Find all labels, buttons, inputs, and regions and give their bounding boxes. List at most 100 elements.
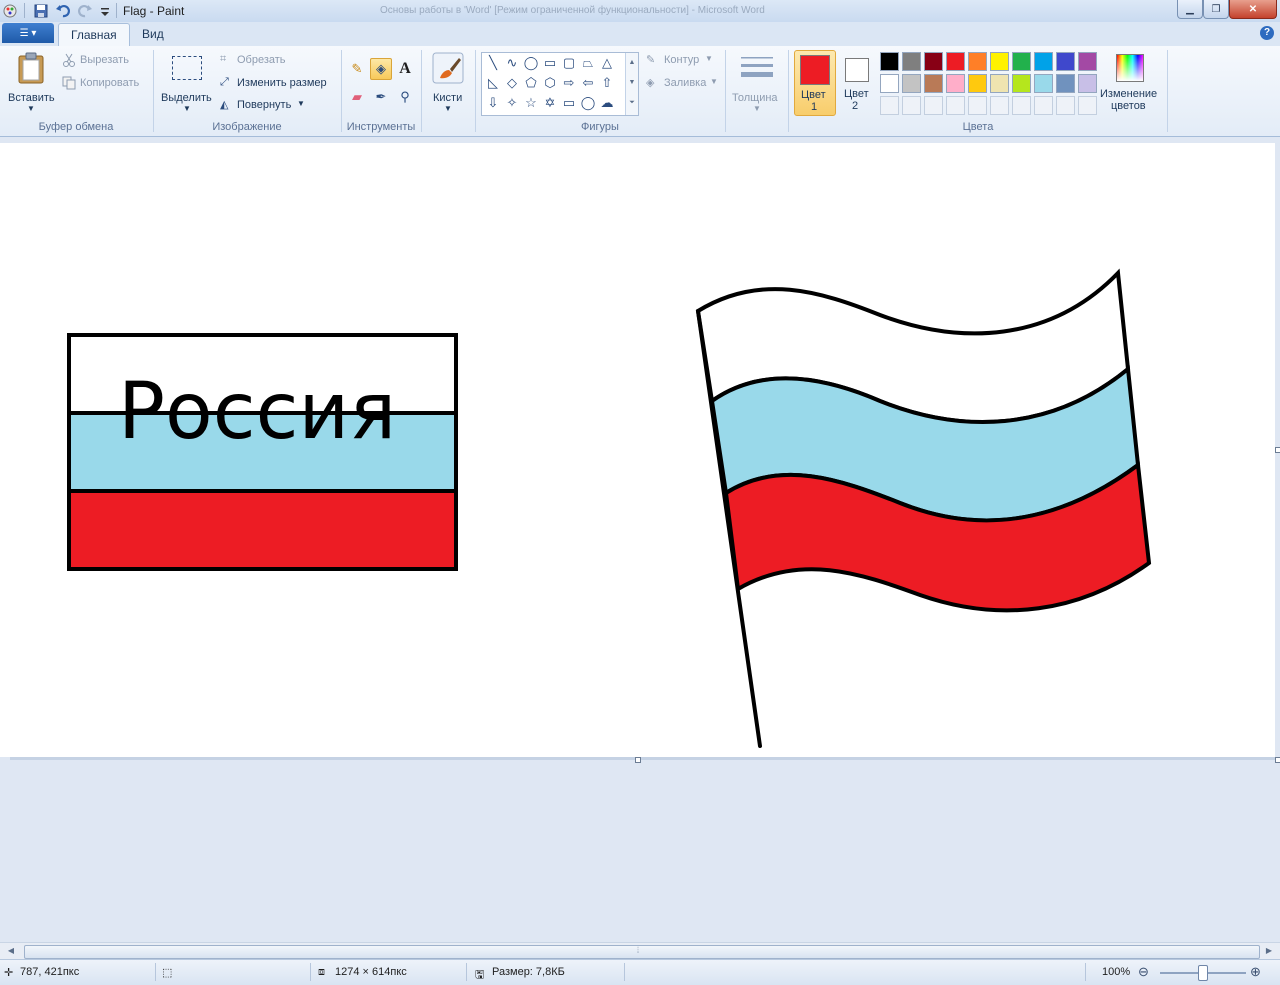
help-icon[interactable]: ?: [1260, 26, 1274, 40]
size-button[interactable]: Толщина ▼: [730, 50, 784, 116]
rotate-button[interactable]: Повернуть: [237, 99, 291, 111]
palette-color-swatch[interactable]: [1056, 52, 1075, 71]
tab-home[interactable]: Главная: [58, 23, 130, 46]
redo-icon[interactable]: [77, 3, 93, 19]
shape-rect-callout-icon[interactable]: ▭: [560, 94, 578, 112]
palette-color-swatch[interactable]: [968, 74, 987, 93]
palette-custom-slot[interactable]: [1012, 96, 1031, 115]
shape-cloud-callout-icon[interactable]: ☁: [598, 94, 616, 112]
palette-color-swatch[interactable]: [1034, 74, 1053, 93]
palette-color-swatch[interactable]: [902, 74, 921, 93]
palette-color-swatch[interactable]: [1012, 74, 1031, 93]
edit-colors-button[interactable]: Изменение цветов: [1098, 50, 1162, 116]
shape-down-arrow-icon[interactable]: ⇩: [484, 94, 502, 112]
palette-color-swatch[interactable]: [924, 74, 943, 93]
save-icon[interactable]: [33, 3, 49, 19]
palette-color-swatch[interactable]: [946, 52, 965, 71]
tab-view[interactable]: Вид: [130, 23, 176, 45]
zoom-in-icon[interactable]: ⊕: [1250, 964, 1261, 980]
scroll-thumb[interactable]: ⦙: [24, 945, 1260, 959]
shape-right-arrow-icon[interactable]: ⇨: [560, 74, 578, 92]
palette-color-swatch[interactable]: [990, 74, 1009, 93]
color-picker-tool[interactable]: ✒: [370, 86, 392, 108]
shape-four-point-star-icon[interactable]: ✧: [503, 94, 521, 112]
horizontal-scrollbar[interactable]: ◀ ⦙ ▶: [0, 942, 1280, 960]
palette-custom-slot[interactable]: [924, 96, 943, 115]
palette-color-swatch[interactable]: [1056, 74, 1075, 93]
shape-polygon-icon[interactable]: ⏢: [579, 54, 597, 72]
pencil-icon: ✎: [351, 61, 363, 76]
drawing-canvas[interactable]: Россия: [0, 143, 1275, 757]
resize-button[interactable]: Изменить размер: [237, 77, 327, 89]
shape-six-point-star-icon[interactable]: ✡: [541, 94, 559, 112]
select-button[interactable]: Выделить ▼: [158, 50, 216, 116]
shapes-gallery-scrollbar[interactable]: ▲ ▼ ⏷: [625, 53, 638, 115]
scroll-left-icon[interactable]: ◀: [4, 945, 18, 957]
paint-menu-button[interactable]: ☰ ▾: [2, 23, 54, 43]
palette-custom-slot[interactable]: [880, 96, 899, 115]
pencil-tool[interactable]: ✎: [346, 58, 368, 80]
palette-color-swatch[interactable]: [1078, 74, 1097, 93]
color2-label: Цвет: [844, 88, 869, 100]
palette-custom-slot[interactable]: [968, 96, 987, 115]
palette-color-swatch[interactable]: [990, 52, 1009, 71]
palette-color-swatch[interactable]: [1012, 52, 1031, 71]
palette-color-swatch[interactable]: [902, 52, 921, 71]
customize-qa-chevron-icon[interactable]: [97, 3, 113, 19]
color2-button[interactable]: Цвет 2: [838, 50, 876, 114]
palette-custom-slot[interactable]: [1034, 96, 1053, 115]
canvas-resize-handle-bottom[interactable]: [635, 757, 641, 763]
palette-color-swatch[interactable]: [880, 74, 899, 93]
copy-button[interactable]: Копировать: [80, 77, 139, 89]
palette-color-swatch[interactable]: [880, 52, 899, 71]
shape-rectangle-icon[interactable]: ▭: [541, 54, 559, 72]
zoom-out-icon[interactable]: ⊖: [1138, 964, 1149, 980]
cursor-position: 787, 421пкс: [20, 966, 80, 978]
shape-line-icon[interactable]: ╲: [484, 54, 502, 72]
shape-triangle-icon[interactable]: △: [598, 54, 616, 72]
scroll-right-icon[interactable]: ▶: [1262, 945, 1276, 957]
shape-hexagon-icon[interactable]: ⬡: [541, 74, 559, 92]
text-tool[interactable]: A: [394, 58, 416, 80]
shape-left-arrow-icon[interactable]: ⇦: [579, 74, 597, 92]
shape-pentagon-icon[interactable]: ⬠: [522, 74, 540, 92]
color1-button[interactable]: Цвет 1: [794, 50, 836, 116]
minimize-button[interactable]: ▁: [1177, 0, 1203, 19]
palette-custom-slot[interactable]: [990, 96, 1009, 115]
shape-oval-callout-icon[interactable]: ◯: [579, 94, 597, 112]
brushes-button[interactable]: Кисти ▼: [426, 50, 470, 116]
restore-button[interactable]: ❐: [1203, 0, 1229, 19]
palette-color-swatch[interactable]: [924, 52, 943, 71]
palette-color-swatch[interactable]: [946, 74, 965, 93]
palette-color-swatch[interactable]: [1078, 52, 1097, 71]
palette-color-swatch[interactable]: [1034, 52, 1053, 71]
palette-color-swatch[interactable]: [968, 52, 987, 71]
shape-curve-icon[interactable]: ∿: [503, 54, 521, 72]
fill-tool[interactable]: ◈: [370, 58, 392, 80]
shape-rounded-rectangle-icon[interactable]: ▢: [560, 54, 578, 72]
undo-icon[interactable]: [55, 3, 71, 19]
zoom-slider-thumb[interactable]: [1198, 965, 1208, 981]
crop-button[interactable]: Обрезать: [237, 54, 286, 66]
shape-up-arrow-icon[interactable]: ⇧: [598, 74, 616, 92]
magnifier-tool[interactable]: ⚲: [394, 86, 416, 108]
clipboard-icon: [18, 52, 44, 84]
close-button[interactable]: ✕: [1229, 0, 1277, 19]
shape-right-triangle-icon[interactable]: ◺: [484, 74, 502, 92]
canvas-resize-handle-right[interactable]: [1275, 447, 1280, 453]
menu-icon: ☰ ▾: [19, 27, 37, 39]
shape-diamond-icon[interactable]: ◇: [503, 74, 521, 92]
paste-button[interactable]: Вставить ▼: [4, 50, 58, 116]
eraser-tool[interactable]: ▰: [346, 86, 368, 108]
canvas-resize-handle-corner[interactable]: [1275, 757, 1280, 763]
palette-custom-slot[interactable]: [1078, 96, 1097, 115]
cut-button[interactable]: Вырезать: [80, 54, 129, 66]
shape-oval-icon[interactable]: ◯: [522, 54, 540, 72]
palette-custom-slot[interactable]: [1056, 96, 1075, 115]
palette-custom-slot[interactable]: [946, 96, 965, 115]
shape-five-point-star-icon[interactable]: ☆: [522, 94, 540, 112]
paint-app-icon[interactable]: [2, 3, 18, 19]
shape-fill-button[interactable]: Заливка: [664, 77, 706, 89]
palette-custom-slot[interactable]: [902, 96, 921, 115]
outline-button[interactable]: Контур: [664, 54, 699, 66]
